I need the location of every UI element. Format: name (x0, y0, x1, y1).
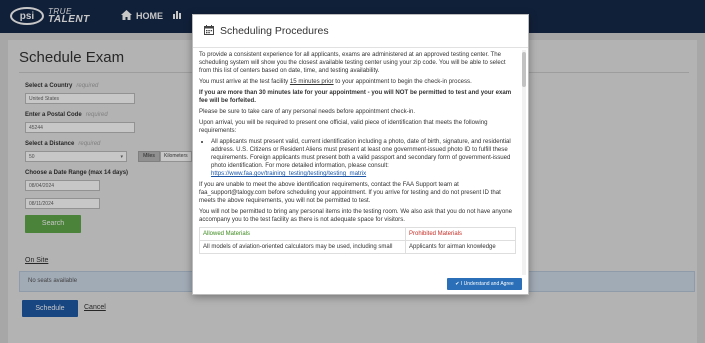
table-row: Allowed Materials Prohibited Materials (199, 227, 516, 241)
scrollbar-thumb[interactable] (522, 52, 526, 87)
allowed-materials-header: Allowed Materials (199, 227, 406, 241)
understand-agree-button[interactable]: ✔ I Understand and Agree (447, 278, 522, 290)
arrival-paragraph: You must arrive at the test facility 15 … (199, 78, 472, 85)
calendar-icon (204, 25, 214, 37)
table-cell: Applicants for airman knowledge (405, 240, 516, 254)
modal-header: Scheduling Procedures (193, 15, 528, 48)
fifteen-minutes-text: 15 minutes prior (289, 78, 334, 85)
scheduling-procedures-modal: Scheduling Procedures To provide a consi… (192, 14, 529, 295)
intro-paragraph: To provide a consistent experience for a… (199, 51, 506, 74)
table-row: All models of aviation-oriented calculat… (199, 240, 516, 254)
faa-testing-matrix-link[interactable]: https://www.faa.gov/training_testing/tes… (211, 170, 366, 177)
modal-footer: ✔ I Understand and Agree (193, 277, 528, 296)
id-requirement-paragraph: Upon arrival, you will be required to pr… (199, 119, 488, 134)
late-warning: If you are more than 30 minutes late for… (199, 89, 512, 104)
support-paragraph: If you are unable to meet the above iden… (199, 181, 501, 204)
agree-label: I Understand and Agree (460, 281, 514, 287)
prohibited-materials-header: Prohibited Materials (405, 227, 516, 241)
personal-needs-paragraph: Please be sure to take care of any perso… (199, 108, 416, 115)
materials-table: Allowed Materials Prohibited Materials A… (199, 227, 516, 254)
id-requirements-list: All applicants must present valid, curre… (199, 138, 516, 178)
list-item: All applicants must present valid, curre… (211, 138, 516, 178)
modal-title: Scheduling Procedures (220, 25, 329, 37)
modal-body[interactable]: To provide a consistent experience for a… (199, 51, 516, 276)
personal-items-paragraph: You will not be permitted to bring any p… (199, 208, 512, 223)
modal-scrollbar[interactable] (522, 50, 526, 275)
check-icon: ✔ (455, 281, 460, 287)
table-cell: All models of aviation-oriented calculat… (199, 240, 406, 254)
